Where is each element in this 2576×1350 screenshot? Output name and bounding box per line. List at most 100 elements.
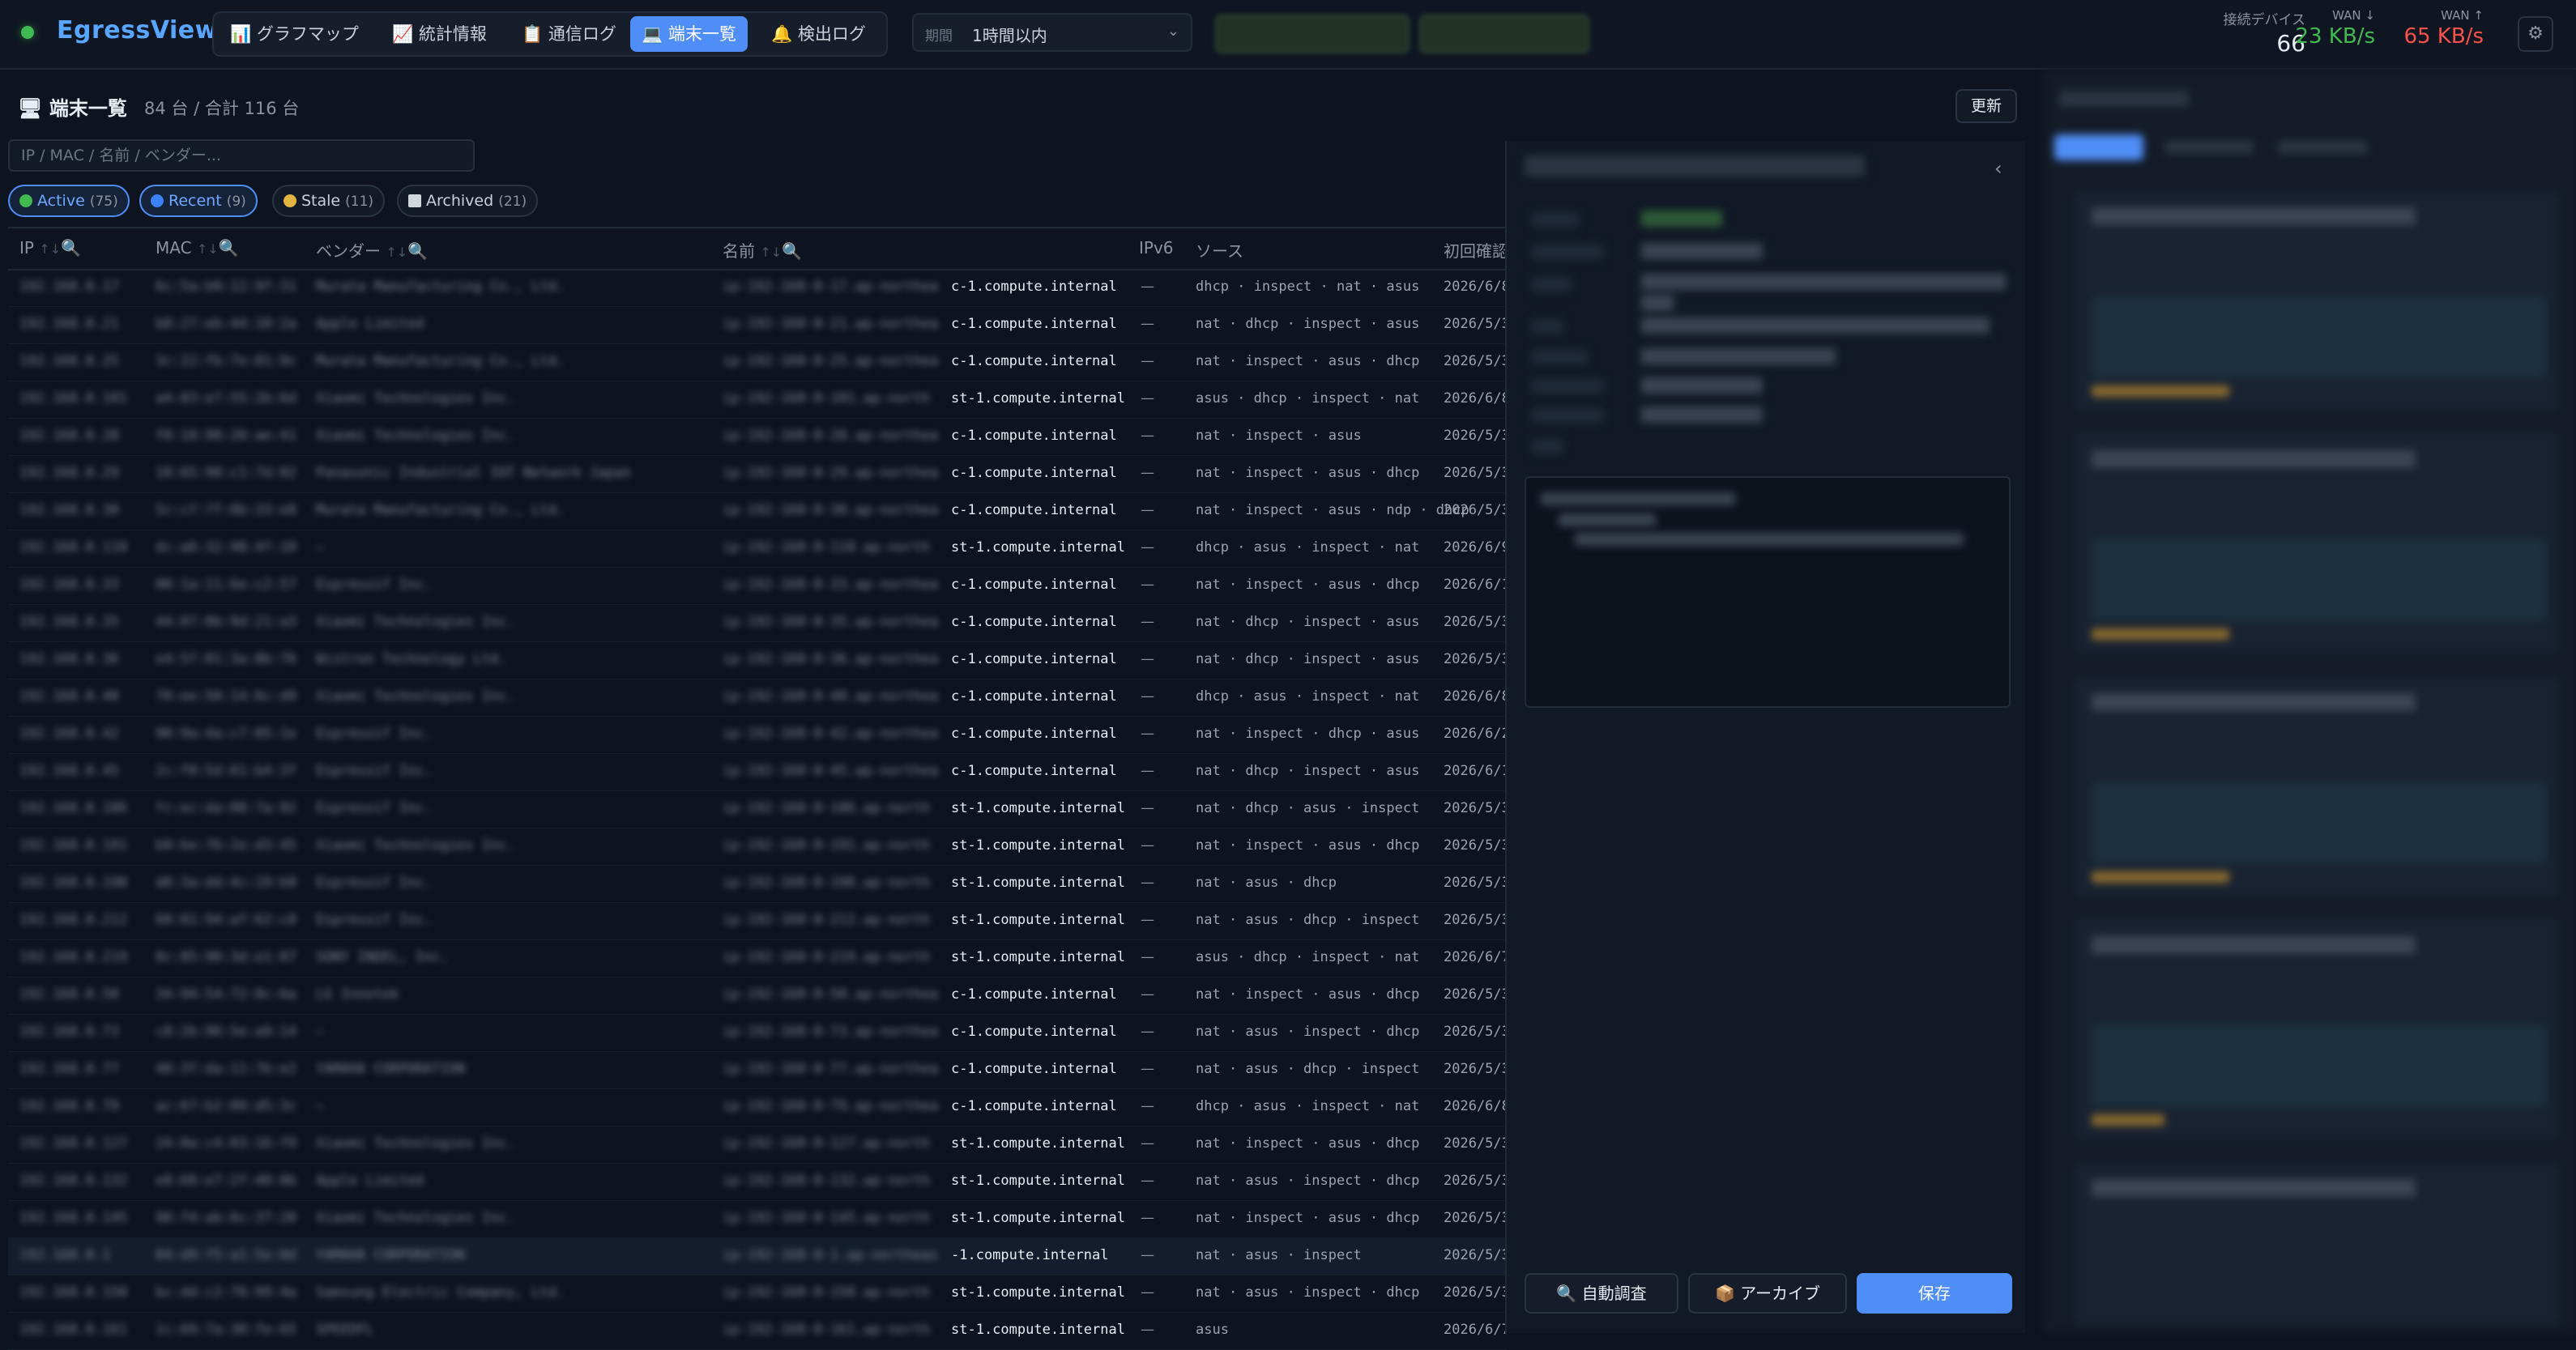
table-row[interactable]: 192.168.0.145 98:f4:ab:6c:37:20 Xiaomi Tec… xyxy=(8,1200,1510,1238)
tab-device-list[interactable]: 💻 端末一覧 xyxy=(630,16,748,52)
table-row[interactable]: 192.168.0.132 e8:68:e7:2f:40:8b Apple Limi… xyxy=(8,1163,1510,1201)
table-row[interactable]: 192.168.0.186 fc:ec:da:08:7a:92 Espressif … xyxy=(8,790,1510,828)
cell-name-prefix: ip-192-168-0-1.ap-northeas xyxy=(723,1247,939,1263)
filter-stale[interactable]: Stale (11) xyxy=(272,185,386,217)
cell-ipv6: — xyxy=(1141,726,1154,742)
blurred-card xyxy=(2075,191,2558,410)
table-row[interactable]: 192.168.0.127 24:0a:c4:83:16:f9 Xiaomi Tec… xyxy=(8,1126,1510,1164)
save-button[interactable]: 保存 xyxy=(1857,1273,2012,1314)
col-mac[interactable]: MAC ↑↓🔍 xyxy=(156,238,239,258)
col-name[interactable]: 名前 ↑↓🔍 xyxy=(723,238,802,262)
cell-first-seen: 2026/5/3 xyxy=(1444,875,1510,891)
table-row[interactable]: 192.168.0.161 1c:69:7a:30:fe:65 SPEEDFL ip-… xyxy=(8,1312,1510,1350)
period-select[interactable]: 期間 1時間以内 ⌄ xyxy=(912,13,1192,52)
table-row[interactable]: 192.168.0.25 3c:22:fb:7e:01:9c Murata Manu… xyxy=(8,343,1510,381)
cell-name: st-1.compute.internal xyxy=(951,875,1125,891)
filter-recent[interactable]: Recent (9) xyxy=(139,185,258,217)
cell-name-prefix: ip-192-168-0-161.ap-north xyxy=(723,1322,930,1338)
cell-source: nat · asus · dhcp xyxy=(1196,875,1337,891)
table-row[interactable]: 192.168.0.36 e4:5f:01:3a:8b:76 Wistron Tec… xyxy=(8,641,1510,679)
app-brand[interactable]: EgressView xyxy=(57,16,218,45)
detail-notes-textarea[interactable] xyxy=(1525,476,2011,708)
table-row[interactable]: 192.168.0.35 44:07:0b:9d:21:a3 Xiaomi Tech… xyxy=(8,604,1510,642)
cell-mac: 44:07:0b:9d:21:a3 xyxy=(156,614,296,630)
search-icon[interactable]: 🔍 xyxy=(782,241,802,261)
table-row[interactable]: 192.168.0.28 f0:18:98:20:ae:41 Xiaomi Tech… xyxy=(8,418,1510,456)
cell-mac: fc:ec:da:08:7a:92 xyxy=(156,800,296,816)
search-icon[interactable]: 🔍 xyxy=(219,238,239,258)
sort-icon[interactable]: ↑↓ xyxy=(39,241,61,257)
search-icon[interactable]: 🔍 xyxy=(407,241,428,261)
cell-vendor: Xiaomi Technologies Inc. xyxy=(316,390,515,407)
cell-ipv6: — xyxy=(1141,1098,1154,1114)
chart-icon: 📊 xyxy=(230,24,252,44)
gear-icon[interactable]: ⚙ xyxy=(2518,16,2553,52)
cell-ip: 192.168.0.50 xyxy=(19,986,119,1003)
refresh-button[interactable]: 更新 xyxy=(1955,89,2017,123)
table-row[interactable]: 192.168.0.17 6c:5a:b0:12:9f:31 Murata Manu… xyxy=(8,269,1510,307)
filter-archived[interactable]: Archived (21) xyxy=(397,185,539,217)
col-ip[interactable]: IP ↑↓🔍 xyxy=(19,238,81,258)
cell-first-seen: 2026/6/1 xyxy=(1444,577,1510,593)
table-row[interactable]: 192.168.0.21 b8:27:eb:44:10:2a Apple Limit… xyxy=(8,306,1510,344)
cell-vendor: Panasonic Industrial IOT Network Japan xyxy=(316,465,631,481)
table-row[interactable]: 192.168.0.198 d8:3a:dd:4c:19:b0 Espressif … xyxy=(8,865,1510,903)
sort-icon[interactable]: ↑↓ xyxy=(386,245,407,260)
col-vendor[interactable]: ベンダー ↑↓🔍 xyxy=(316,238,428,262)
cell-ipv6: — xyxy=(1141,986,1154,1003)
table-row[interactable]: 192.168.0.191 b0:be:76:2e:d3:45 Xiaomi Tec… xyxy=(8,828,1510,866)
cell-name: st-1.compute.internal xyxy=(951,1322,1125,1338)
cell-name: c-1.compute.internal xyxy=(951,428,1117,444)
filter-active[interactable]: Active (75) xyxy=(8,185,130,217)
cell-vendor: Wistron Technology Ltd. xyxy=(316,651,507,667)
cell-first-seen: 2026/5/3 xyxy=(1444,316,1510,332)
tab-graph-map[interactable]: 📊 グラフマップ xyxy=(219,16,370,52)
table-row[interactable]: 192.168.0.42 90:9a:4a:c7:05:1e Espressif I… xyxy=(8,716,1510,754)
table-row[interactable]: 192.168.0.45 2c:f0:5d:61:b4:3f Espressif I… xyxy=(8,753,1510,791)
col-source[interactable]: ソース xyxy=(1196,238,1243,262)
table-row[interactable]: 192.168.0.101 a4:83:e7:55:2b:6d Xiaomi Tec… xyxy=(8,381,1510,419)
table-row[interactable]: 192.168.0.77 48:3f:da:11:7b:e2 YAMAHA CORP… xyxy=(8,1051,1510,1089)
cell-ip: 192.168.0.161 xyxy=(19,1322,128,1338)
cell-ip: 192.168.0.212 xyxy=(19,912,128,928)
search-icon[interactable]: 🔍 xyxy=(61,238,81,258)
blurred-action-button[interactable] xyxy=(1215,15,1410,53)
cell-ipv6: — xyxy=(1141,763,1154,779)
table-row[interactable]: 192.168.0.150 bc:dd:c2:78:99:4a Samsung El… xyxy=(8,1275,1510,1313)
table-row[interactable]: 192.168.0.40 70:ee:50:14:6c:d9 Xiaomi Tech… xyxy=(8,679,1510,717)
table-row[interactable]: 192.168.0.212 60:01:94:af:62:c8 Espressif … xyxy=(8,902,1510,940)
tab-traffic-log[interactable]: 📋 通信ログ xyxy=(510,16,628,52)
cell-vendor: Murata Manufacturing Co., Ltd. xyxy=(316,279,565,295)
table-row[interactable]: 192.168.0.110 dc:a6:32:98:4f:10 — ip-192-16… xyxy=(8,530,1510,568)
sort-icon[interactable]: ↑↓ xyxy=(197,241,219,257)
device-search-input[interactable] xyxy=(8,139,475,172)
table-row[interactable]: 192.168.0.219 8c:85:90:3d:e1:07 SONY INDEL… xyxy=(8,939,1510,977)
cell-first-seen: 2026/6/7 xyxy=(1444,949,1510,965)
table-row[interactable]: 192.168.0.29 18:65:90:c1:7d:02 Panasonic I… xyxy=(8,455,1510,493)
blurred-action-button[interactable] xyxy=(1419,15,1589,53)
tab-detection-log[interactable]: 🔔 検出ログ xyxy=(760,16,877,52)
cell-mac: ac:67:b2:09:d5:3c xyxy=(156,1098,296,1114)
archive-button[interactable]: 📦 アーカイブ xyxy=(1688,1273,1847,1314)
clipboard-icon: 📋 xyxy=(522,24,544,44)
cell-name-prefix: ip-192-168-0-25.ap-northea xyxy=(723,353,939,369)
col-first-seen[interactable]: 初回確認 xyxy=(1444,238,1508,262)
cell-name-prefix: ip-192-168-0-127.ap-north xyxy=(723,1135,930,1152)
cell-ipv6: — xyxy=(1141,837,1154,854)
table-row[interactable]: 192.168.0.33 00:1a:11:6e:c2:57 Espressif I… xyxy=(8,567,1510,605)
cell-source: dhcp · asus · inspect · nat xyxy=(1196,688,1420,705)
cell-name-prefix: ip-192-168-0-33.ap-northea xyxy=(723,577,939,593)
sort-icon[interactable]: ↑↓ xyxy=(760,245,782,260)
col-ipv6[interactable]: IPv6 xyxy=(1139,238,1174,258)
chevron-left-icon[interactable]: ‹ xyxy=(1994,157,2002,180)
tab-statistics[interactable]: 📈 統計情報 xyxy=(381,16,498,52)
auto-investigate-button[interactable]: 🔍 自動調査 xyxy=(1525,1273,1678,1314)
cell-ip: 192.168.0.33 xyxy=(19,577,119,593)
table-row[interactable]: 192.168.0.1 04:d9:f5:a1:5e:0d YAMAHA CORPO… xyxy=(8,1237,1510,1275)
table-row[interactable]: 192.168.0.73 c8:2b:96:5e:a9:14 — ip-192-168… xyxy=(8,1014,1510,1052)
table-row[interactable]: 192.168.0.30 5c:cf:7f:0b:33:e8 Murata Manu… xyxy=(8,492,1510,530)
cell-source: asus · dhcp · inspect · nat xyxy=(1196,390,1420,407)
cell-name: -1.compute.internal xyxy=(951,1247,1109,1263)
table-row[interactable]: 192.168.0.50 34:94:54:72:0c:6a LG Innotek i… xyxy=(8,977,1510,1015)
table-row[interactable]: 192.168.0.79 ac:67:b2:09:d5:3c — ip-192-168… xyxy=(8,1088,1510,1126)
